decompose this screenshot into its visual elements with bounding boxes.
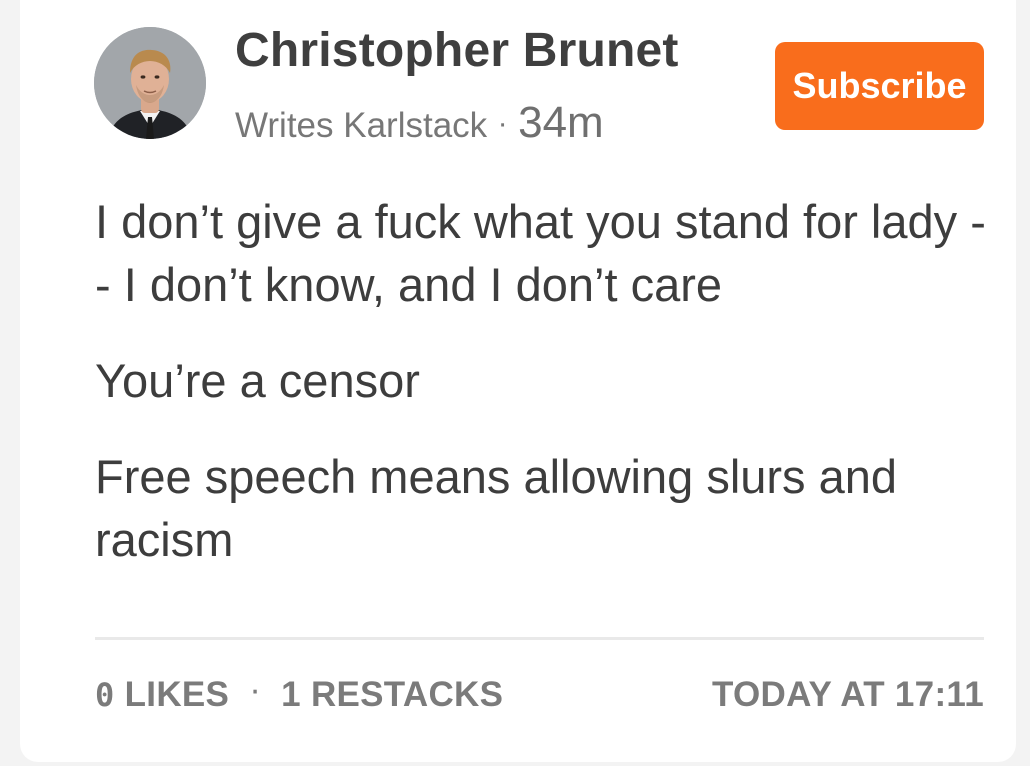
byline-separator: · <box>497 107 508 140</box>
post-timestamp: TODAY AT 17:11 <box>711 675 984 714</box>
likes-count[interactable]: 0 LIKES <box>95 675 229 715</box>
post-card: Christopher Brunet Writes Karlstack · 34… <box>20 0 1016 762</box>
post-footer: 0 LIKES · 1 RESTACKS TODAY AT 17:11 <box>95 670 984 720</box>
restacks-count[interactable]: 1 RESTACKS <box>281 675 503 715</box>
footer-separator: · <box>249 670 262 709</box>
post-paragraph: Free speech means allowing slurs and rac… <box>95 450 898 566</box>
post-paragraph: You’re a censor <box>95 354 420 407</box>
likes-label: LIKES <box>124 675 230 714</box>
subscribe-button[interactable]: Subscribe <box>775 42 984 130</box>
publication-link[interactable]: Writes Karlstack <box>235 106 487 145</box>
post-paragraph: I don’t give a fuck what you stand for l… <box>95 195 986 311</box>
author-name[interactable]: Christopher Brunet <box>235 23 679 78</box>
post-body: I don’t give a fuck what you stand for l… <box>95 190 995 604</box>
footer-divider <box>95 637 984 640</box>
likes-number: 0 <box>95 676 115 714</box>
author-byline: Writes Karlstack · 34m <box>235 98 604 148</box>
author-avatar[interactable] <box>94 27 206 139</box>
post-time-ago: 34m <box>518 98 604 147</box>
avatar-image <box>94 27 206 139</box>
